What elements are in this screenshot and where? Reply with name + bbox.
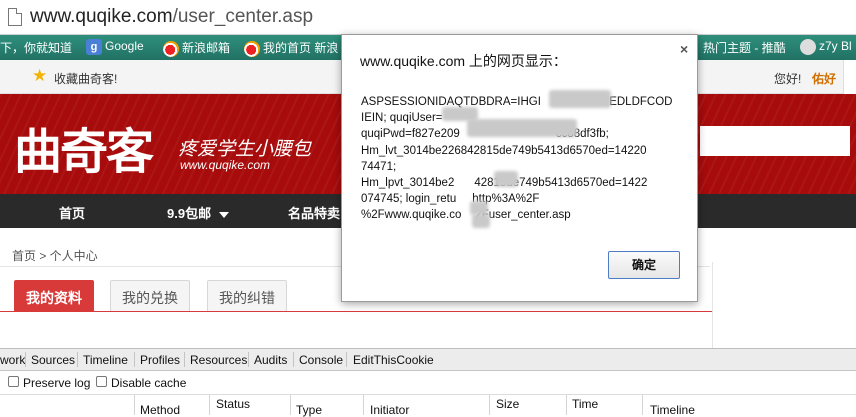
weibo-icon <box>163 40 179 57</box>
column-initiator[interactable]: Initiator <box>370 403 409 417</box>
tab-audits[interactable]: Audits <box>254 353 287 367</box>
divider <box>134 352 135 367</box>
tab-my-profile[interactable]: 我的资料 <box>14 280 94 312</box>
divider <box>346 352 347 367</box>
dialog-title: www.quqike.com 上的网页显示： <box>360 53 567 69</box>
message-line: 74471; <box>361 160 397 173</box>
message-line: Hm_lvt_3014be226842815de749b5413d6570ed=… <box>361 144 647 157</box>
network-table-header: Method Status Type Initiator Size Time T… <box>0 394 856 417</box>
bookmark-item[interactable]: 下，你就知道 <box>0 39 72 56</box>
message-line: 074745; login_retu http%3A%2F <box>361 193 540 206</box>
nav-item-99[interactable]: 9.9包邮 <box>167 203 230 222</box>
bookmark-sina-home[interactable]: 我的首页 新浪 <box>244 39 338 57</box>
message-line: Hm_lpvt_3014be2 42815de749b5413d6570ed=14… <box>361 177 648 190</box>
column-type[interactable]: Type <box>296 403 322 417</box>
devtools-options: Preserve log Disable cache <box>0 372 856 394</box>
bookmark-z7y[interactable]: z7y Bl <box>800 39 852 55</box>
page-icon <box>8 8 22 26</box>
address-bar[interactable]: www.quqike.com/user_center.asp <box>0 0 856 35</box>
column-time[interactable]: Time <box>572 397 598 411</box>
greeting-text: 您好! <box>774 72 802 86</box>
divider <box>184 352 185 367</box>
redaction-blur <box>549 90 611 108</box>
bookmark-google[interactable]: g Google <box>86 39 144 55</box>
column-method[interactable]: Method <box>140 403 180 417</box>
disable-cache-label: Disable cache <box>111 376 187 390</box>
preserve-log-label: Preserve log <box>23 376 91 390</box>
breadcrumb: 首页 > 个人中心 <box>12 249 98 263</box>
column-divider <box>566 395 567 415</box>
divider <box>77 352 78 367</box>
column-divider <box>642 395 643 415</box>
bookmark-sina-mail[interactable]: 新浪邮箱 <box>163 39 230 57</box>
site-slogan: 疼爱学生小腰包 <box>178 138 312 160</box>
nav-item-home[interactable]: 首页 <box>59 203 85 222</box>
redaction-blur <box>467 119 577 137</box>
preserve-log-checkbox[interactable] <box>8 376 19 387</box>
column-divider <box>290 395 291 415</box>
site-logo[interactable]: 曲奇客 <box>14 112 154 182</box>
divider <box>25 352 26 367</box>
google-icon: g <box>86 39 102 55</box>
tab-editthiscookie[interactable]: EditThisCookie <box>353 353 434 367</box>
weibo-icon <box>244 40 260 57</box>
column-divider <box>489 395 490 415</box>
bookmark-tuicool[interactable]: 热门主题 - 推酷 <box>703 39 786 56</box>
column-divider <box>209 395 210 415</box>
star-icon: ★ <box>32 66 48 85</box>
column-timeline[interactable]: Timeline <box>650 403 695 417</box>
site-url-text: www.quqike.com <box>180 158 271 172</box>
tab-sources[interactable]: Sources <box>31 353 75 367</box>
avatar-icon <box>800 39 816 55</box>
tab-network[interactable]: work <box>0 353 25 367</box>
redaction-blur <box>470 201 488 215</box>
column-status[interactable]: Status <box>216 397 250 411</box>
chevron-down-icon <box>219 211 230 218</box>
ok-button[interactable]: 确定 <box>608 251 680 279</box>
devtools-tabbar: work Sources Timeline Profiles Resources… <box>0 349 856 371</box>
tab-timeline[interactable]: Timeline <box>83 353 128 367</box>
scrollbar[interactable] <box>843 60 856 94</box>
tab-my-exchanges[interactable]: 我的兑换 <box>110 280 190 312</box>
disable-cache-checkbox[interactable] <box>96 376 107 387</box>
column-size[interactable]: Size <box>496 397 519 411</box>
redaction-blur <box>472 214 490 228</box>
divider <box>0 311 712 312</box>
favorite-link[interactable]: 收藏曲奇客! <box>54 70 117 87</box>
message-line: %2Fwww.quqike.co 2Fuser_center.asp <box>361 209 571 222</box>
column-divider <box>134 395 135 415</box>
divider <box>293 352 294 367</box>
tab-my-corrections[interactable]: 我的纠错 <box>207 280 287 312</box>
url-text[interactable]: www.quqike.com/user_center.asp <box>30 6 313 28</box>
close-icon[interactable]: × <box>680 41 688 57</box>
alert-dialog: www.quqike.com 上的网页显示： × ASPSESSIONIDAQT… <box>341 34 698 302</box>
message-line: ASPSESSIONIDAQTDBDRA=IHGI NEDLDFCOD <box>361 96 673 108</box>
divider <box>248 352 249 367</box>
username-link[interactable]: 佑好 <box>812 70 836 87</box>
nav-item-brand[interactable]: 名品特卖 <box>288 203 340 222</box>
dialog-message: ASPSESSIONIDAQTDBDRA=IHGI NEDLDFCOD IEIN;… <box>361 94 683 224</box>
column-divider <box>363 395 364 415</box>
tab-resources[interactable]: Resources <box>190 353 247 367</box>
tab-console[interactable]: Console <box>299 353 343 367</box>
search-input[interactable] <box>700 126 850 156</box>
tab-profiles[interactable]: Profiles <box>140 353 180 367</box>
redaction-blur <box>494 171 518 187</box>
